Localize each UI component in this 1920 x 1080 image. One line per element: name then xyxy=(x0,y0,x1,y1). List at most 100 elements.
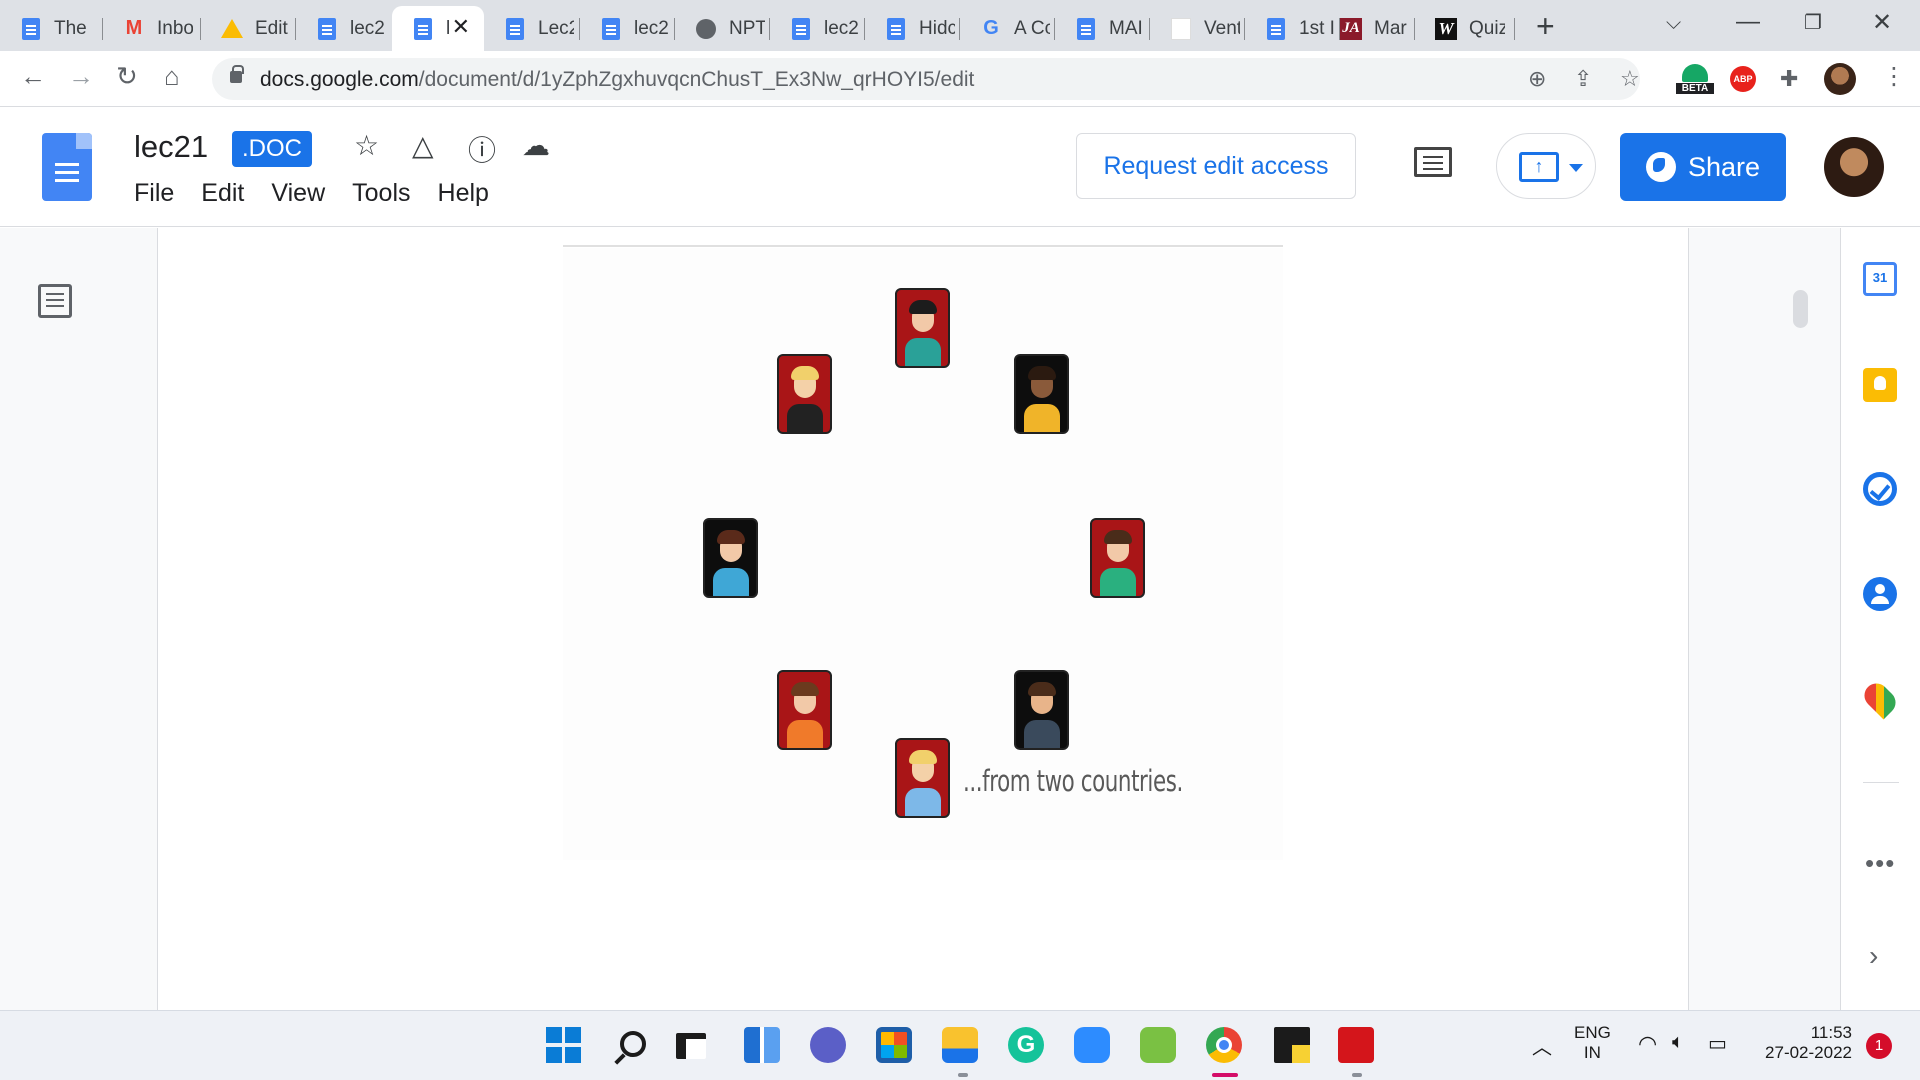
address-bar[interactable]: docs.google.com/document/d/1yZphZgxhuvqc… xyxy=(212,58,1640,100)
zoom-icon[interactable] xyxy=(1074,1027,1110,1063)
browser-tab[interactable]: W Quiz xyxy=(1415,6,1515,51)
forward-icon[interactable]: → xyxy=(68,61,94,92)
document-title[interactable]: lec21 xyxy=(134,129,208,165)
wifi-icon[interactable]: ◠ xyxy=(1638,1031,1657,1057)
calendar-icon[interactable]: 31 xyxy=(1863,262,1897,296)
scrollbar-thumb[interactable] xyxy=(1793,290,1808,328)
docs-icon xyxy=(790,17,812,40)
share-page-icon[interactable]: ⇪ xyxy=(1574,66,1592,92)
reload-icon[interactable]: ↻ xyxy=(116,61,138,92)
volume-icon[interactable]: 🔈︎ xyxy=(1672,1031,1684,1054)
browser-tab[interactable]: lec2 xyxy=(770,6,865,51)
beta-extension-icon[interactable]: BETA xyxy=(1676,64,1714,98)
tab-label: Vent xyxy=(1204,17,1240,39)
chrome-icon[interactable] xyxy=(1206,1027,1242,1063)
profile-avatar[interactable] xyxy=(1824,63,1856,95)
bookmark-star-icon[interactable]: ☆ xyxy=(1620,66,1640,92)
close-window-icon[interactable]: ✕ xyxy=(1872,8,1892,37)
browser-tab[interactable]: JA Mar xyxy=(1320,6,1415,51)
task-view-icon[interactable] xyxy=(676,1033,706,1059)
docs-header: lec21 .DOC ☆ △ ⓘ ☁ File Edit View Tools … xyxy=(0,107,1920,227)
extensions-puzzle-icon[interactable]: ✚ xyxy=(1780,66,1798,92)
star-icon[interactable]: ☆ xyxy=(354,129,379,162)
browser-tab[interactable]: Hidc xyxy=(865,6,960,51)
person-avatar-card xyxy=(777,354,832,434)
browser-tab[interactable]: The xyxy=(0,6,103,51)
back-icon[interactable]: ← xyxy=(20,61,46,92)
active-indicator xyxy=(1212,1073,1238,1077)
browser-menu-icon[interactable]: ⋮ xyxy=(1882,62,1906,91)
present-button[interactable]: ↑ xyxy=(1496,133,1596,199)
menu-edit[interactable]: Edit xyxy=(201,179,244,208)
present-icon: ↑ xyxy=(1519,152,1559,182)
browser-tab[interactable]: G A Cc xyxy=(960,6,1055,51)
person-avatar-card xyxy=(777,670,832,750)
more-addons-icon[interactable]: ••• xyxy=(1865,848,1895,879)
person-shirt xyxy=(1024,404,1060,432)
maps-icon[interactable] xyxy=(1859,678,1901,720)
restore-icon[interactable]: ❐ xyxy=(1804,10,1822,35)
menu-help[interactable]: Help xyxy=(438,179,489,208)
document-outline-icon[interactable] xyxy=(38,284,72,318)
chevron-down-icon xyxy=(1569,164,1583,172)
file-type-badge: .DOC xyxy=(232,131,312,167)
browser-tab[interactable]: MAI xyxy=(1055,6,1150,51)
share-button[interactable]: Share xyxy=(1620,133,1786,201)
file-explorer-icon[interactable] xyxy=(942,1027,978,1063)
tab-label: NPT xyxy=(729,17,765,39)
home-icon[interactable]: ⌂ xyxy=(164,61,180,92)
document-workspace: ...from two countries. xyxy=(0,228,1840,1010)
notification-badge[interactable]: 1 xyxy=(1866,1033,1892,1059)
keep-icon[interactable] xyxy=(1863,368,1897,402)
person-hair xyxy=(909,300,937,314)
docs-icon xyxy=(1265,17,1287,40)
grammarly-icon[interactable]: G xyxy=(1008,1027,1044,1063)
person-shirt xyxy=(787,720,823,748)
tab-label: The xyxy=(54,17,87,39)
show-hidden-icons-icon[interactable]: ︿ xyxy=(1532,1031,1552,1060)
url-text[interactable]: docs.google.com/document/d/1yZphZgxhuvqc… xyxy=(260,68,974,92)
expand-panel-icon[interactable]: › xyxy=(1869,940,1878,972)
cloud-status-icon[interactable]: ☁ xyxy=(522,129,550,162)
account-avatar[interactable] xyxy=(1824,137,1884,197)
browser-tab-active[interactable]: l ✕ xyxy=(392,6,484,51)
adblock-plus-icon[interactable]: ABP xyxy=(1730,66,1756,92)
browser-tab[interactable]: lec2 xyxy=(296,6,392,51)
clock[interactable]: 11:53 27-02-2022 xyxy=(1756,1023,1852,1063)
person-shirt xyxy=(787,404,823,432)
tab-search-icon[interactable]: ⌵ xyxy=(1666,12,1681,35)
lock-icon[interactable] xyxy=(230,65,244,83)
docs-logo-icon[interactable] xyxy=(42,133,92,201)
contacts-icon[interactable] xyxy=(1863,577,1897,611)
menu-file[interactable]: File xyxy=(134,179,174,208)
minimize-icon[interactable]: — xyxy=(1736,8,1760,36)
browser-tab[interactable]: NPT xyxy=(675,6,770,51)
new-tab-icon[interactable]: + xyxy=(1536,8,1555,45)
widgets-icon[interactable] xyxy=(744,1027,780,1063)
browser-tab[interactable]: Vent xyxy=(1150,6,1245,51)
microsoft-store-icon[interactable] xyxy=(876,1027,912,1063)
move-to-drive-icon[interactable]: △ xyxy=(412,129,434,162)
browser-tab[interactable]: Lec2 xyxy=(484,6,580,51)
tasks-icon[interactable] xyxy=(1863,472,1897,506)
browser-tab[interactable]: lec2 xyxy=(580,6,675,51)
menu-tools[interactable]: Tools xyxy=(352,179,410,208)
menu-view[interactable]: View xyxy=(271,179,325,208)
browser-tab[interactable]: M Inbo xyxy=(103,6,201,51)
request-edit-access-button[interactable]: Request edit access xyxy=(1076,133,1356,199)
info-icon[interactable]: ⓘ xyxy=(468,129,496,169)
person-shirt xyxy=(1024,720,1060,748)
acrobat-icon[interactable] xyxy=(1338,1027,1374,1063)
sticky-notes-icon[interactable] xyxy=(1274,1027,1310,1063)
browser-tab[interactable]: Edit xyxy=(201,6,296,51)
teams-chat-icon[interactable] xyxy=(810,1027,846,1063)
search-icon[interactable] xyxy=(620,1031,646,1057)
evernote-icon[interactable] xyxy=(1140,1027,1176,1063)
comments-icon[interactable] xyxy=(1414,147,1452,177)
language-indicator[interactable]: ENG IN xyxy=(1574,1023,1611,1063)
windows-start-icon[interactable] xyxy=(546,1027,581,1063)
close-tab-icon[interactable]: ✕ xyxy=(452,14,470,40)
tab-label: Hidc xyxy=(919,17,955,39)
zoom-icon[interactable]: ⊕ xyxy=(1528,66,1546,92)
battery-icon[interactable]: ▭ xyxy=(1708,1031,1727,1056)
